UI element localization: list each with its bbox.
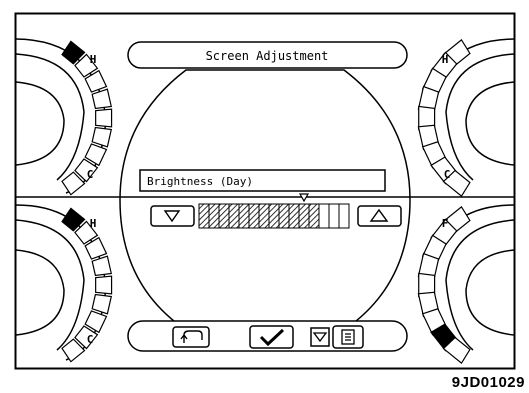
central-window	[119, 69, 411, 331]
monitor-screen: H C H C H C F E Screen Adjustment Bright…	[14, 12, 516, 370]
gauge-bottom-left-high-letter: H	[90, 217, 97, 230]
page-title: Screen Adjustment	[206, 49, 329, 63]
gauge-segment	[91, 293, 112, 315]
gauge-segment	[91, 88, 112, 110]
increase-button[interactable]	[357, 205, 402, 227]
gauge-segment	[95, 108, 113, 128]
level-segment	[238, 203, 250, 229]
level-segment	[198, 203, 210, 229]
level-segment	[218, 203, 230, 229]
gauge-segment	[95, 275, 113, 295]
gauge-top-left-low-letter: C	[87, 168, 94, 181]
confirm-button[interactable]	[249, 325, 294, 349]
decrease-button[interactable]	[150, 205, 195, 227]
gauge-bottom-left-low-letter: C	[87, 333, 94, 346]
gauge-segment	[91, 255, 112, 277]
level-segment	[288, 203, 300, 229]
back-button[interactable]	[172, 326, 210, 348]
setting-label: Brightness (Day)	[147, 175, 253, 188]
brightness-level-bar[interactable]	[198, 203, 350, 229]
level-segment	[268, 203, 280, 229]
figure-code: 9JD01029	[451, 374, 525, 391]
gauge-top-right-low-letter: C	[444, 168, 451, 181]
level-segment	[278, 203, 290, 229]
level-segment	[298, 203, 310, 229]
gauge-bottom-right-empty-letter: E	[444, 333, 451, 346]
level-segment	[338, 203, 350, 229]
level-segment	[308, 203, 320, 229]
gauge-top-right-high-letter: H	[442, 53, 449, 66]
level-segment	[228, 203, 240, 229]
select-button[interactable]	[310, 327, 330, 347]
gauge-top-left-high-letter: H	[90, 53, 97, 66]
level-segment	[328, 203, 340, 229]
menu-button[interactable]	[332, 325, 364, 349]
level-segment	[248, 203, 260, 229]
level-segment	[318, 203, 330, 229]
gauge-segment	[91, 126, 112, 148]
gauge-bottom-right-full-letter: F	[442, 217, 449, 230]
level-segment	[208, 203, 220, 229]
level-segment	[258, 203, 270, 229]
